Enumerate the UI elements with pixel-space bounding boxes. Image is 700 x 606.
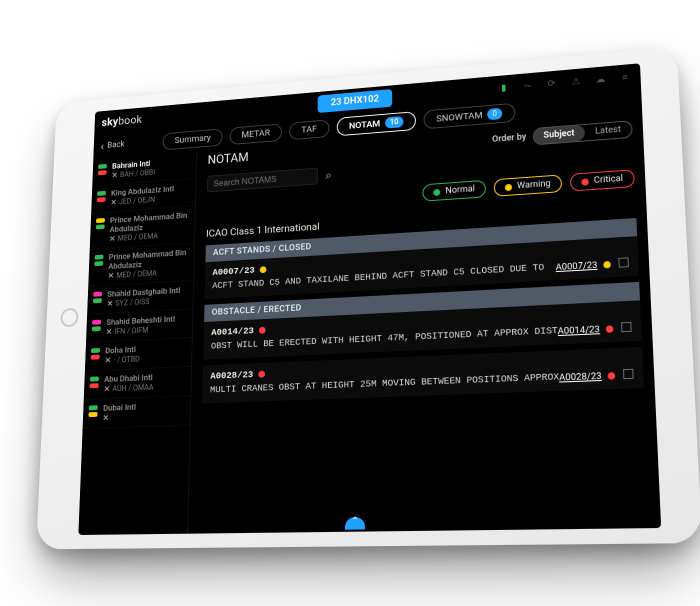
severity-dot-icon (604, 261, 612, 269)
orderby-latest[interactable]: Latest (584, 121, 631, 140)
notam-link[interactable]: A0028/23 (559, 371, 602, 383)
page-title: NOTAM (208, 151, 249, 168)
back-button[interactable]: ‹ Back (100, 138, 124, 152)
sidebar-airport[interactable]: Prince Mohammad Bin Abdulaziz✕MED / OEMA (88, 243, 194, 287)
back-label: Back (107, 140, 125, 150)
close-icon: ✕ (105, 356, 111, 365)
tab-metar[interactable]: METAR (230, 123, 282, 145)
airport-code: MED / OEMA (116, 269, 157, 280)
cloud-icon[interactable]: ☁ (593, 73, 608, 85)
airport-code: AUH / OMAA (112, 383, 153, 393)
tablet-home-button[interactable] (60, 308, 78, 328)
tab-summary[interactable]: Summary (163, 128, 223, 150)
filter-normal[interactable]: Normal (423, 180, 486, 202)
orderby-subject[interactable]: Subject (533, 125, 585, 144)
tab-snowtam[interactable]: SNOWTAM 0 (424, 103, 516, 129)
airport-code: - / OTBD (113, 355, 140, 365)
dot-yellow-icon (505, 183, 512, 190)
airport-code: MED / OEMA (118, 232, 158, 243)
sidebar-airport[interactable]: Dubai Intl✕ (83, 396, 191, 429)
orderby-label: Order by (492, 132, 527, 144)
orderby-segmented[interactable]: Subject Latest (532, 120, 633, 145)
airport-code: IFN / OIFM (114, 326, 148, 336)
chevron-left-icon: ‹ (100, 140, 104, 153)
filter-warning[interactable]: Warning (494, 174, 562, 196)
notam-list: ACFT STANDS / CLOSEDA0007/23ACFT STAND C… (202, 218, 644, 409)
app-logo: skybook (101, 113, 142, 129)
severity-dot-icon (259, 266, 266, 273)
notam-link[interactable]: A0014/23 (558, 324, 600, 336)
close-icon: ✕ (108, 271, 114, 280)
severity-dot-icon (258, 371, 265, 378)
bookmark-icon[interactable]: ☐ (622, 367, 635, 383)
severity-dot-icon (606, 325, 614, 333)
menu-icon[interactable]: ≡ (618, 71, 633, 83)
filter-critical[interactable]: Critical (570, 169, 635, 191)
app-screen: skybook 23 DHX102 ▮ ⏦ ⟳ ⚠ ☁ ≡ ‹ Back Sum… (78, 63, 661, 535)
wifi-icon: ⏦ (520, 80, 534, 92)
tab-taf[interactable]: TAF (289, 119, 329, 140)
notam-id: A0014/23 (211, 325, 254, 338)
notam-id: A0028/23 (210, 369, 253, 381)
dot-green-icon (434, 188, 441, 195)
bookmark-icon[interactable]: ☐ (620, 320, 633, 336)
close-icon: ✕ (106, 328, 112, 337)
sync-icon[interactable]: ⟳ (544, 78, 558, 90)
sidebar-airport[interactable]: Doha Intl✕- / OTBD (85, 338, 192, 371)
tab-notam[interactable]: NOTAM 10 (337, 111, 416, 136)
airport-code: SYZ / OISS (115, 297, 149, 307)
close-icon: ✕ (107, 299, 113, 308)
bookmark-icon[interactable]: ☐ (617, 256, 630, 272)
alert-icon[interactable]: ⚠ (569, 76, 584, 88)
airport-code: JED / OEJN (119, 195, 155, 206)
signal-icon: ▮ (496, 82, 510, 94)
search-icon[interactable]: ⌕ (325, 168, 331, 183)
search-input[interactable] (207, 168, 318, 193)
severity-dot-icon (608, 372, 616, 380)
dot-red-icon (581, 178, 588, 185)
close-icon: ✕ (112, 171, 118, 180)
severity-dot-icon (259, 327, 266, 334)
notam-count-badge: 10 (385, 116, 403, 129)
airport-code: BAH / OBBI (120, 168, 155, 179)
close-icon: ✕ (103, 414, 109, 423)
close-icon: ✕ (109, 235, 115, 244)
notam-link[interactable]: A0007/23 (556, 260, 598, 272)
sidebar-airport[interactable]: Abu Dhabi Intl✕AUH / OMAA (84, 367, 191, 400)
close-icon: ✕ (104, 385, 110, 394)
snowtam-count-badge: 0 (487, 108, 502, 121)
main-panel: NOTAM Order by Subject Latest ⌕ (188, 115, 661, 533)
notam-id: A0007/23 (212, 265, 254, 278)
close-icon: ✕ (111, 198, 117, 207)
airport-sidebar[interactable]: Bahrain Intl✕BAH / OBBIKing Abdulaziz In… (78, 151, 197, 535)
tablet-frame: skybook 23 DHX102 ▮ ⏦ ⟳ ⚠ ☁ ≡ ‹ Back Sum… (36, 46, 700, 549)
